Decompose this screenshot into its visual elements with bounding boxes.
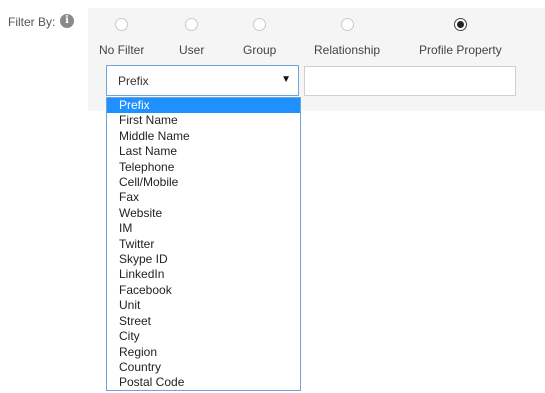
- dropdown-option[interactable]: Last Name: [107, 144, 300, 159]
- radio-button[interactable]: [185, 18, 199, 31]
- radio-button[interactable]: [340, 18, 354, 31]
- info-icon[interactable]: i: [60, 14, 74, 28]
- property-dropdown-list[interactable]: Prefix First Name Middle Name Last Name Tele…: [106, 97, 301, 391]
- dropdown-option[interactable]: City: [107, 329, 300, 344]
- radio-button-selected[interactable]: [453, 18, 467, 31]
- dropdown-option[interactable]: Twitter: [107, 237, 300, 252]
- filter-by-label: Filter By:: [8, 15, 56, 29]
- dropdown-option[interactable]: Postal Code: [107, 375, 300, 390]
- select-value: Prefix: [118, 74, 149, 88]
- dropdown-option[interactable]: Street: [107, 314, 300, 329]
- radio-button[interactable]: [253, 18, 267, 31]
- radio-no-filter[interactable]: No Filter: [99, 18, 144, 57]
- radio-label[interactable]: Group: [243, 43, 276, 57]
- radio-label[interactable]: No Filter: [99, 43, 144, 57]
- radio-label[interactable]: User: [179, 43, 204, 57]
- dropdown-option[interactable]: Telephone: [107, 160, 300, 175]
- dropdown-option[interactable]: Fax: [107, 190, 300, 205]
- dropdown-option[interactable]: Facebook: [107, 283, 300, 298]
- radio-label[interactable]: Relationship: [314, 43, 380, 57]
- dropdown-option[interactable]: Prefix: [107, 98, 300, 114]
- dropdown-option[interactable]: LinkedIn: [107, 267, 300, 282]
- caret-down-icon: ▼: [281, 74, 291, 85]
- radio-button[interactable]: [115, 18, 129, 31]
- dropdown-option[interactable]: Skype ID: [107, 252, 300, 267]
- dropdown-option[interactable]: Cell/Mobile: [107, 175, 300, 190]
- dropdown-option[interactable]: Middle Name: [107, 129, 300, 144]
- radio-profile-property[interactable]: Profile Property: [419, 18, 502, 57]
- radio-group[interactable]: Group: [243, 18, 276, 57]
- dropdown-option[interactable]: IM: [107, 221, 300, 236]
- radio-relationship[interactable]: Relationship: [314, 18, 380, 57]
- dropdown-option[interactable]: Region: [107, 345, 300, 360]
- property-select[interactable]: Prefix ▼: [106, 65, 299, 96]
- dropdown-option[interactable]: Website: [107, 206, 300, 221]
- property-value-input[interactable]: [304, 66, 516, 96]
- dropdown-option[interactable]: Country: [107, 360, 300, 375]
- radio-user[interactable]: User: [179, 18, 204, 57]
- radio-label[interactable]: Profile Property: [419, 43, 502, 57]
- dropdown-option[interactable]: First Name: [107, 113, 300, 128]
- dropdown-option[interactable]: Unit: [107, 298, 300, 313]
